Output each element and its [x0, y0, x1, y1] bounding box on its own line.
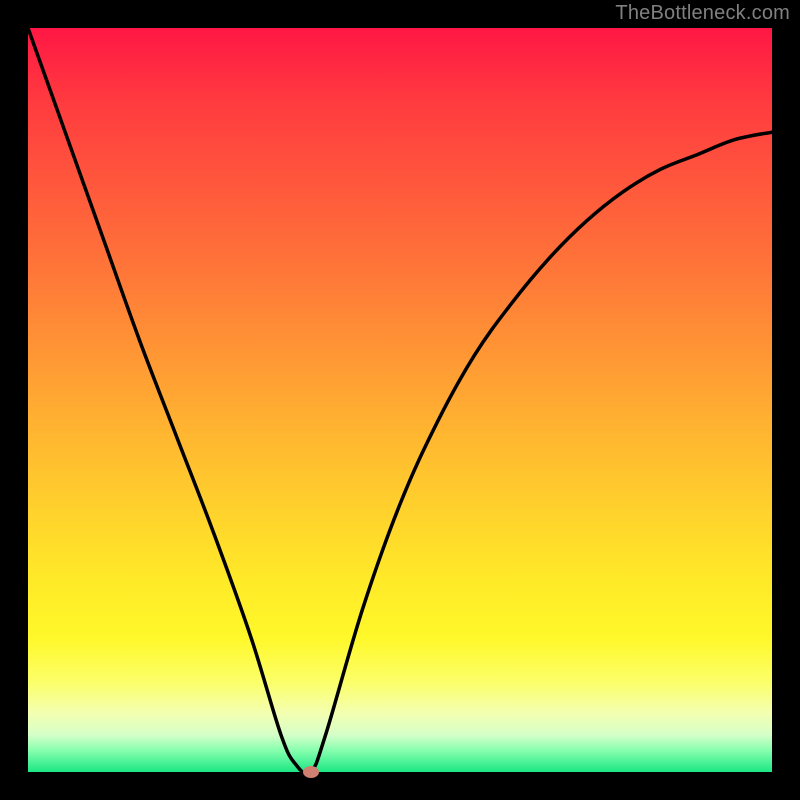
watermark-text: TheBottleneck.com	[615, 2, 790, 25]
chart-plot-area	[28, 28, 772, 772]
chart-frame: TheBottleneck.com	[0, 0, 800, 800]
min-point-marker	[303, 766, 319, 778]
bottleneck-curve	[28, 28, 772, 772]
